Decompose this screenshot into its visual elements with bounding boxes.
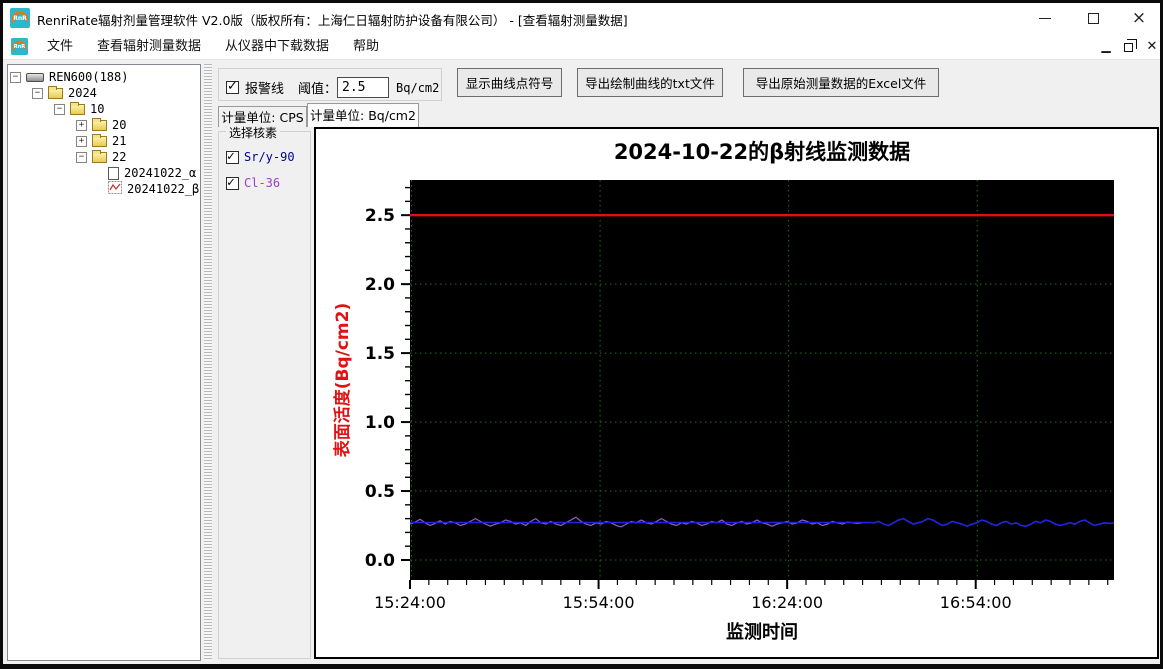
app-window: RnR RenriRate辐射剂量管理软件 V2.0版（版权所有：上海仁日辐射防… bbox=[0, 0, 1163, 669]
main-area: − REN600(188) −2024−10 +20 +21−22 20241022_α 2… bbox=[3, 61, 1160, 664]
tree-item-label: 20241022_α bbox=[124, 166, 197, 180]
content-area: 报警线 阈值： Bq/cm2 显示曲线点符号 导出绘制曲线的txt文件 导出原始… bbox=[214, 61, 1160, 664]
svg-text:1.0: 1.0 bbox=[365, 413, 395, 433]
folder-icon bbox=[92, 149, 107, 163]
mdi-close-icon[interactable]: ✕ bbox=[1143, 39, 1160, 54]
menu-bar: RnR 文件 查看辐射测量数据 从仪器中下载数据 帮助 ▁ ✕ bbox=[3, 33, 1160, 60]
mdi-restore-icon[interactable] bbox=[1119, 39, 1137, 53]
document-logo-icon: RnR bbox=[11, 38, 28, 55]
folder-icon bbox=[92, 117, 107, 131]
doc-icon bbox=[108, 166, 119, 180]
alarm-line-label: 报警线 bbox=[245, 82, 285, 97]
nuclide-label: Sr/y-90 bbox=[244, 150, 295, 164]
tree-item[interactable]: 20241022_β bbox=[8, 181, 200, 197]
collapse-icon[interactable]: − bbox=[32, 87, 43, 99]
folder-tree: − REN600(188) −2024−10 +20 +21−22 20241022_α 2… bbox=[7, 64, 201, 661]
collapse-icon[interactable]: − bbox=[10, 71, 21, 83]
show-curve-points-button[interactable]: 显示曲线点符号 bbox=[457, 68, 562, 97]
tree-item-label: 20 bbox=[112, 118, 127, 132]
folder-icon bbox=[92, 133, 107, 147]
svg-text:RnR: RnR bbox=[14, 44, 26, 50]
nuclide-item-cl-36[interactable]: Cl-36 bbox=[226, 175, 281, 190]
tree-item[interactable]: − 22 bbox=[8, 149, 200, 165]
tree-item[interactable]: − 10 bbox=[8, 101, 200, 117]
svg-text:15:24:00: 15:24:00 bbox=[374, 593, 446, 612]
tree-item[interactable]: − 2024 bbox=[8, 85, 200, 101]
menu-item-help[interactable]: 帮助 bbox=[341, 33, 391, 60]
nuclide-label: Cl-36 bbox=[244, 176, 281, 190]
close-button[interactable]: × bbox=[1119, 3, 1159, 33]
svg-text:15:54:00: 15:54:00 bbox=[563, 593, 635, 612]
minimize-button[interactable] bbox=[1025, 3, 1065, 33]
nuclide-checkbox-sr-y-90[interactable] bbox=[226, 149, 239, 164]
svg-text:16:54:00: 16:54:00 bbox=[940, 593, 1012, 612]
tree-item-label: 10 bbox=[90, 102, 105, 116]
maximize-button[interactable] bbox=[1073, 3, 1113, 33]
nuclide-select-group: 选择核素 Sr/y-90 Cl-36 bbox=[218, 124, 311, 659]
tree-item[interactable]: 20241022_α bbox=[8, 165, 200, 181]
svg-text:2024-10-22的β射线监测数据: 2024-10-22的β射线监测数据 bbox=[614, 140, 910, 164]
expand-icon[interactable]: + bbox=[76, 119, 87, 131]
tree-item[interactable]: − REN600(188) bbox=[8, 69, 200, 85]
menu-item-file[interactable]: 文件 bbox=[35, 33, 85, 60]
export-txt-button[interactable]: 导出绘制曲线的txt文件 bbox=[577, 68, 723, 97]
collapse-icon[interactable]: − bbox=[54, 103, 65, 115]
threshold-unit-label: Bq/cm2 bbox=[396, 80, 440, 95]
svg-text:监测时间: 监测时间 bbox=[726, 621, 798, 643]
menu-item-view-measurement-data[interactable]: 查看辐射测量数据 bbox=[85, 33, 213, 60]
tree-item-label: 2024 bbox=[68, 86, 97, 100]
tree-item[interactable]: +21 bbox=[8, 133, 200, 149]
alarm-line-group: 报警线 阈值： Bq/cm2 bbox=[218, 68, 442, 101]
threshold-label: 阈值： bbox=[298, 82, 338, 97]
nuclide-item-sr-y-90[interactable]: Sr/y-90 bbox=[226, 149, 295, 164]
folder-icon bbox=[48, 85, 63, 99]
tree-item-label: 21 bbox=[112, 134, 127, 148]
tree-splitter[interactable] bbox=[204, 64, 212, 661]
alarm-line-checkbox[interactable] bbox=[226, 79, 239, 94]
nuclide-group-title: 选择核素 bbox=[226, 124, 281, 141]
nuclide-checkbox-cl-36[interactable] bbox=[226, 175, 239, 190]
tree-item-label: 22 bbox=[112, 150, 127, 164]
expand-icon[interactable]: + bbox=[76, 135, 87, 147]
collapse-icon[interactable]: − bbox=[76, 151, 87, 163]
svg-text:2.5: 2.5 bbox=[365, 206, 395, 226]
tab-unit-bqcm2[interactable]: 计量单位: Bq/cm2 bbox=[307, 103, 419, 127]
tree-item-label: REN600(188) bbox=[49, 70, 129, 84]
title-bar: RnR RenriRate辐射剂量管理软件 V2.0版（版权所有：上海仁日辐射防… bbox=[3, 3, 1160, 33]
monitoring-chart: 0.0 0.5 1.0 1.5 2.0 2.5 15:24:00 15:54:00 16:24:… bbox=[332, 140, 1115, 643]
window-title: RenriRate辐射剂量管理软件 V2.0版（版权所有：上海仁日辐射防护设备有… bbox=[37, 13, 628, 28]
tree-item-label: 20241022_β bbox=[127, 182, 200, 196]
device-icon bbox=[26, 72, 44, 82]
chart-panel: 0.0 0.5 1.0 1.5 2.0 2.5 15:24:00 15:54:00 16:24:… bbox=[314, 127, 1159, 659]
svg-text:16:24:00: 16:24:00 bbox=[751, 593, 823, 612]
menu-item-download-from-instrument[interactable]: 从仪器中下载数据 bbox=[213, 33, 341, 60]
threshold-input[interactable] bbox=[337, 77, 390, 98]
svg-text:表面活度(Bq/cm2): 表面活度(Bq/cm2) bbox=[332, 303, 353, 458]
tree-item[interactable]: +20 bbox=[8, 117, 200, 133]
folder-icon bbox=[70, 101, 85, 115]
chart-file-icon bbox=[108, 181, 122, 197]
svg-text:0.5: 0.5 bbox=[365, 482, 395, 502]
export-excel-button[interactable]: 导出原始测量数据的Excel文件 bbox=[743, 68, 939, 97]
svg-text:2.0: 2.0 bbox=[365, 275, 395, 295]
svg-text:0.0: 0.0 bbox=[365, 551, 395, 571]
svg-text:1.5: 1.5 bbox=[365, 344, 395, 364]
app-logo-icon: RnR bbox=[10, 8, 30, 28]
mdi-minimize-icon[interactable]: ▁ bbox=[1097, 39, 1115, 53]
menu-items: 文件 查看辐射测量数据 从仪器中下载数据 帮助 bbox=[35, 33, 391, 60]
svg-text:RnR: RnR bbox=[13, 15, 27, 22]
